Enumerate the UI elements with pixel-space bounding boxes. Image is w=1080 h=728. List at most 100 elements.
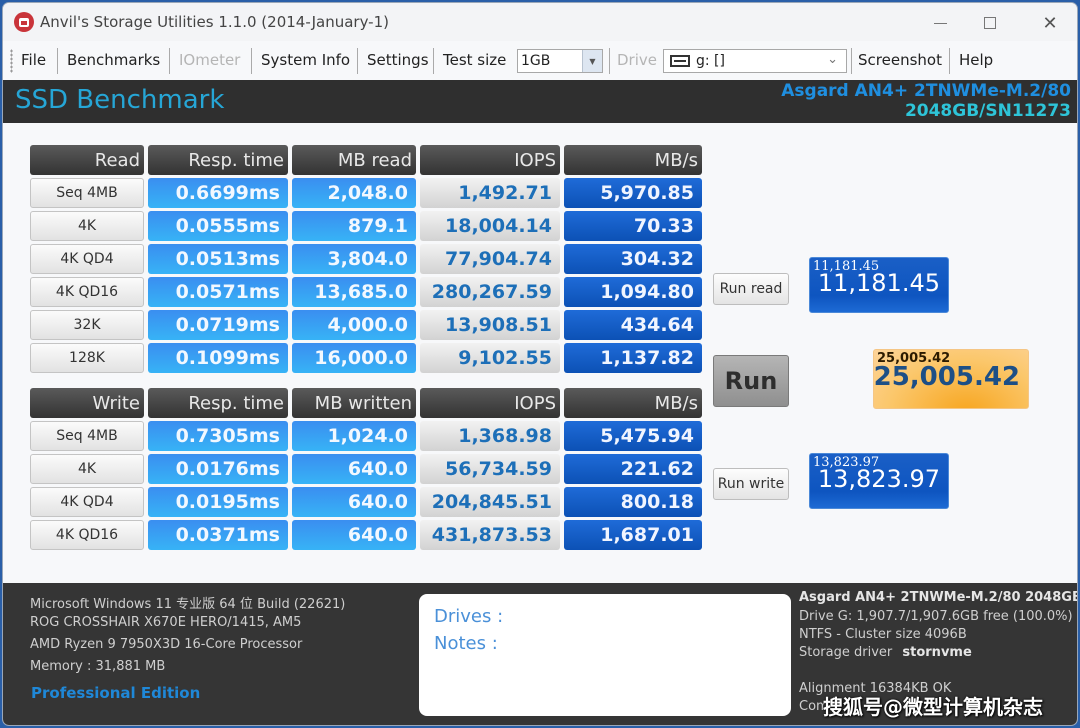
resp-time-cell: 0.0195ms: [148, 487, 288, 517]
mb-cell: 3,804.0: [292, 244, 416, 274]
mb-cell: 13,685.0: [292, 277, 416, 307]
menu-file[interactable]: File: [21, 51, 46, 69]
column-header: MB/s: [564, 145, 702, 175]
menu-screenshot[interactable]: Screenshot: [858, 51, 942, 69]
menu-settings[interactable]: Settings: [367, 51, 429, 69]
iops-cell: 1,368.98: [420, 421, 560, 451]
row-label[interactable]: 4K QD16: [30, 277, 144, 307]
close-icon: ✕: [1042, 12, 1058, 34]
mbs-cell: 1,094.80: [564, 277, 702, 307]
notes-label: Notes :: [434, 633, 498, 654]
dropdown-arrow-icon[interactable]: ▼: [582, 50, 602, 72]
cpu-info: AMD Ryzen 9 7950X3D 16-Core Processor: [30, 637, 303, 652]
mbs-cell: 70.33: [564, 211, 702, 241]
mb-cell: 640.0: [292, 487, 416, 517]
maximize-icon: [984, 17, 996, 29]
title-bar: Anvil's Storage Utilities 1.1.0 (2014-Ja…: [3, 3, 1077, 41]
column-header: IOPS: [420, 145, 560, 175]
resp-time-cell: 0.0571ms: [148, 277, 288, 307]
iops-cell: 18,004.14: [420, 211, 560, 241]
iops-cell: 204,845.51: [420, 487, 560, 517]
drive-info-title: Asgard AN4+ 2TNWMe-M.2/80 2048GB: [799, 590, 1078, 605]
row-label[interactable]: 4K: [30, 211, 144, 241]
menu-separator: [949, 48, 950, 74]
row-label[interactable]: Seq 4MB: [30, 421, 144, 451]
row-label[interactable]: 4K QD4: [30, 244, 144, 274]
mb-cell: 879.1: [292, 211, 416, 241]
row-label[interactable]: Seq 4MB: [30, 178, 144, 208]
resp-time-cell: 0.0513ms: [148, 244, 288, 274]
system-info-footer: Microsoft Windows 11 专业版 64 位 Build (226…: [3, 583, 1078, 725]
row-label[interactable]: 128K: [30, 343, 144, 373]
minimize-button[interactable]: [918, 9, 962, 37]
total-score: 25,005.42 25,005.42: [873, 349, 1029, 409]
column-header: Read: [30, 145, 144, 175]
mb-cell: 640.0: [292, 520, 416, 550]
drive-model: Asgard AN4+ 2TNWMe-M.2/80: [781, 81, 1071, 101]
menu-system-info[interactable]: System Info: [261, 51, 350, 69]
notes-box[interactable]: Drives : Notes :: [419, 594, 791, 716]
row-label[interactable]: 4K QD4: [30, 487, 144, 517]
close-button[interactable]: ✕: [1028, 9, 1072, 37]
watermark: 搜狐号@微型计算机杂志: [823, 695, 1043, 719]
storage-driver-value: stornvme: [902, 645, 972, 660]
drive-select[interactable]: g: [] ⌄: [663, 49, 847, 73]
drives-label: Drives :: [434, 606, 504, 627]
column-header: MB/s: [564, 388, 702, 418]
read-score: 11,181.45 11,181.45: [809, 257, 949, 313]
storage-driver-label: Storage driver: [799, 645, 893, 660]
mb-cell: 640.0: [292, 454, 416, 484]
resp-time-cell: 0.0176ms: [148, 454, 288, 484]
write-score-value: 13,823.97: [817, 465, 940, 493]
row-label[interactable]: 32K: [30, 310, 144, 340]
test-size-label: Test size: [443, 51, 507, 69]
iops-cell: 13,908.51: [420, 310, 560, 340]
window-title: Anvil's Storage Utilities 1.1.0 (2014-Ja…: [40, 13, 389, 31]
iops-cell: 431,873.53: [420, 520, 560, 550]
column-header: MB written: [292, 388, 416, 418]
run-button[interactable]: Run: [713, 355, 789, 407]
resp-time-cell: 0.7305ms: [148, 421, 288, 451]
os-info: Microsoft Windows 11 专业版 64 位 Build (226…: [30, 597, 346, 612]
resp-time-cell: 0.1099ms: [148, 343, 288, 373]
motherboard-info: ROG CROSSHAIR X670E HERO/1415, AM5: [30, 615, 302, 630]
benchmark-header: SSD Benchmark Asgard AN4+ 2TNWMe-M.2/80 …: [3, 80, 1077, 123]
toolbar-grip[interactable]: [10, 49, 13, 73]
menu-separator: [851, 48, 852, 74]
menu-iometer[interactable]: IOmeter: [179, 51, 240, 69]
mb-cell: 16,000.0: [292, 343, 416, 373]
mbs-cell: 1,137.82: [564, 343, 702, 373]
drive-free-space: Drive G: 1,907.7/1,907.6GB free (100.0%): [799, 609, 1073, 624]
menu-separator: [357, 48, 358, 74]
drive-icon: [670, 55, 690, 67]
page-title: SSD Benchmark: [15, 85, 225, 115]
maximize-button[interactable]: [968, 9, 1012, 37]
mbs-cell: 221.62: [564, 454, 702, 484]
menu-benchmarks[interactable]: Benchmarks: [67, 51, 160, 69]
column-header: Resp. time: [148, 388, 288, 418]
iops-cell: 280,267.59: [420, 277, 560, 307]
resp-time-cell: 0.0371ms: [148, 520, 288, 550]
mb-cell: 2,048.0: [292, 178, 416, 208]
row-label[interactable]: 4K: [30, 454, 144, 484]
row-label[interactable]: 4K QD16: [30, 520, 144, 550]
column-header: Write: [30, 388, 144, 418]
menu-help[interactable]: Help: [959, 51, 993, 69]
column-header: MB read: [292, 145, 416, 175]
iops-cell: 1,492.71: [420, 178, 560, 208]
storage-driver-row: Storage driver stornvme: [799, 645, 972, 660]
mb-cell: 4,000.0: [292, 310, 416, 340]
test-size-select[interactable]: 1GB ▼: [517, 49, 603, 73]
test-size-value: 1GB: [521, 53, 551, 69]
run-read-button[interactable]: Run read: [713, 273, 789, 305]
run-write-button[interactable]: Run write: [713, 468, 789, 500]
mbs-cell: 5,970.85: [564, 178, 702, 208]
mbs-cell: 304.32: [564, 244, 702, 274]
menu-separator: [433, 48, 434, 74]
drive-value: g: []: [696, 53, 725, 69]
mbs-cell: 800.18: [564, 487, 702, 517]
memory-info: Memory : 31,881 MB: [30, 659, 166, 674]
edition-label: Professional Edition: [31, 684, 201, 702]
mbs-cell: 434.64: [564, 310, 702, 340]
column-header: IOPS: [420, 388, 560, 418]
